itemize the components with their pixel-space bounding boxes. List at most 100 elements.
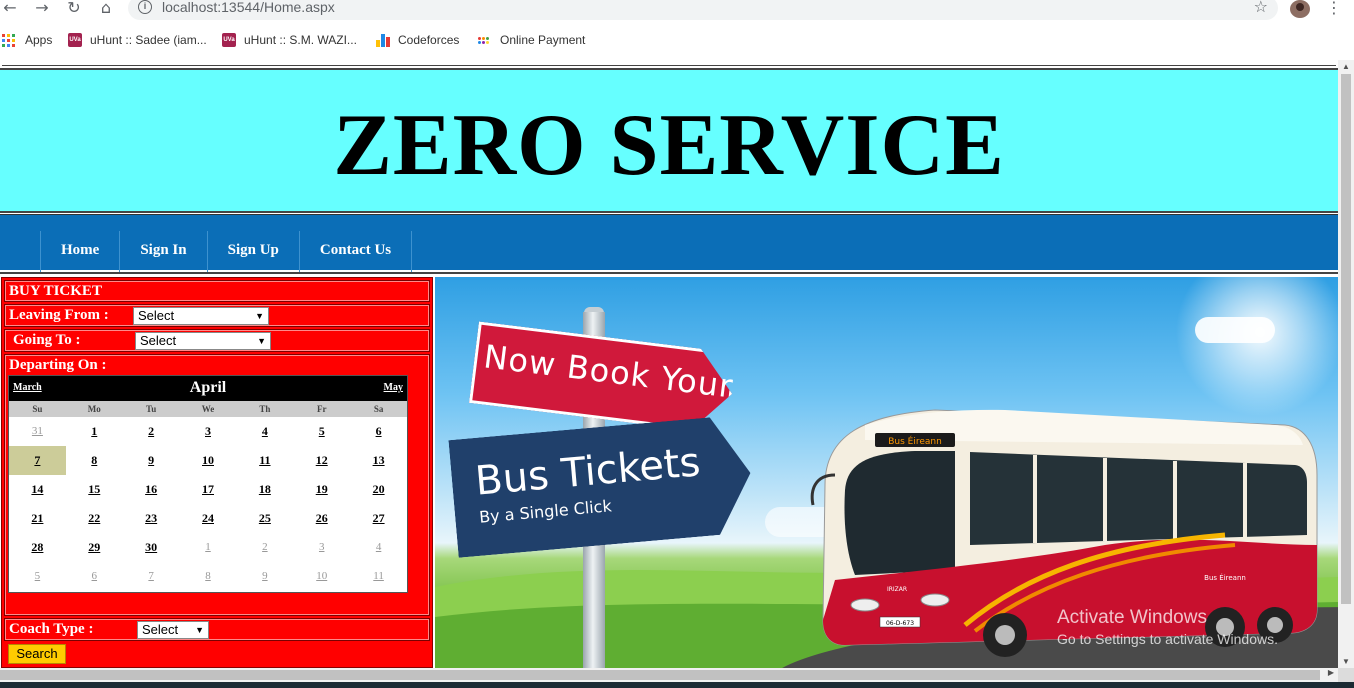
calendar-day[interactable]: 3 — [180, 417, 237, 446]
calendar-day[interactable]: 11 — [236, 446, 293, 475]
weekday-label: Tu — [146, 404, 157, 414]
calendar-day[interactable]: 13 — [350, 446, 407, 475]
calendar-day[interactable]: 14 — [9, 475, 66, 504]
calendar-day[interactable]: 7 — [123, 562, 180, 591]
bookmark-label: Apps — [25, 33, 53, 47]
calendar-day[interactable]: 8 — [66, 446, 123, 475]
home-icon[interactable]: ⌂ — [96, 0, 116, 18]
leaving-from-value: Select — [138, 308, 175, 323]
calendar-day[interactable]: 21 — [9, 504, 66, 533]
menu-home[interactable]: Home — [40, 231, 119, 273]
calendar-week-row: 14 15 16 17 18 19 20 — [9, 475, 407, 504]
going-to-label: Going To : — [13, 332, 81, 348]
url-text[interactable]: localhost:13544/Home.aspx — [162, 0, 335, 15]
calendar-day[interactable]: 22 — [66, 504, 123, 533]
site-header: ZERO SERVICE — [0, 68, 1338, 213]
bookmark-codeforces[interactable]: Codeforces — [376, 32, 459, 48]
chevron-down-icon: ▼ — [257, 336, 266, 346]
bookmark-label: uHunt :: S.M. WAZI... — [244, 33, 357, 47]
horizontal-scroll-thumb[interactable] — [0, 670, 1320, 680]
calendar-week-row: 7 8 9 10 11 12 13 — [9, 446, 407, 475]
main-menu-bar: Home Sign In Sign Up Contact Us — [0, 214, 1338, 273]
calendar-day[interactable]: 9 — [123, 446, 180, 475]
bookmark-star-icon[interactable]: ☆ — [1254, 0, 1268, 16]
buy-ticket-row: BUY TICKET — [4, 280, 430, 302]
coach-type-select[interactable]: Select ▼ — [137, 621, 209, 639]
profile-avatar[interactable] — [1290, 0, 1310, 18]
scroll-up-icon[interactable]: ▲ — [1342, 62, 1350, 71]
calendar-day[interactable]: 8 — [180, 562, 237, 591]
menu-sign-in[interactable]: Sign In — [119, 231, 206, 273]
calendar-day[interactable]: 26 — [293, 504, 350, 533]
calendar-day[interactable]: 5 — [293, 417, 350, 446]
calendar-day[interactable]: 10 — [293, 562, 350, 591]
calendar-day[interactable]: 12 — [293, 446, 350, 475]
calendar-day[interactable]: 4 — [236, 417, 293, 446]
chevron-down-icon: ▼ — [195, 625, 204, 635]
calendar-day[interactable]: 6 — [66, 562, 123, 591]
calendar-day[interactable]: 9 — [236, 562, 293, 591]
calendar-next-month[interactable]: May — [384, 382, 403, 393]
weekday-label: Mo — [87, 404, 101, 414]
address-bar[interactable]: i localhost:13544/Home.aspx ☆ — [128, 0, 1278, 20]
calendar-day[interactable]: 2 — [236, 533, 293, 562]
coach-type-value: Select — [142, 622, 179, 637]
watermark-subtitle: Go to Settings to activate Windows. — [1057, 631, 1278, 647]
scroll-down-icon[interactable]: ▼ — [1342, 657, 1350, 666]
calendar-week-row: 31 1 2 3 4 5 6 — [9, 417, 407, 446]
calendar-day[interactable]: 25 — [236, 504, 293, 533]
menu-kebab-icon[interactable]: ⋮ — [1326, 0, 1342, 16]
calendar-day[interactable]: 24 — [180, 504, 237, 533]
bookmark-label: uHunt :: Sadee (iam... — [90, 33, 207, 47]
reload-icon[interactable]: ↻ — [64, 0, 84, 18]
weekday-label: Su — [32, 404, 43, 414]
leaving-from-select[interactable]: Select ▼ — [133, 307, 269, 325]
back-icon[interactable]: ← — [0, 0, 20, 18]
leaving-from-label: Leaving From : — [9, 307, 109, 323]
calendar-day[interactable]: 1 — [66, 417, 123, 446]
calendar-day-selected[interactable]: 7 — [9, 446, 66, 475]
calendar-day[interactable]: 4 — [350, 533, 407, 562]
calendar-day[interactable]: 19 — [293, 475, 350, 504]
bus-model-text: IRIZAR — [887, 586, 907, 593]
payment-icon — [478, 33, 492, 47]
calendar-day[interactable]: 1 — [180, 533, 237, 562]
calendar-day[interactable]: 23 — [123, 504, 180, 533]
page-viewport: ZERO SERVICE Home Sign In Sign Up Contac… — [0, 60, 1338, 668]
search-button[interactable]: Search — [8, 644, 66, 664]
going-to-value: Select — [140, 333, 177, 348]
calendar-day[interactable]: 2 — [123, 417, 180, 446]
os-taskbar — [0, 682, 1354, 688]
going-to-select[interactable]: Select ▼ — [135, 332, 271, 350]
calendar-day[interactable]: 5 — [9, 562, 66, 591]
info-icon[interactable]: i — [138, 0, 152, 14]
bookmark-uhunt-sadee[interactable]: UVa uHunt :: Sadee (iam... — [68, 32, 207, 48]
calendar-day[interactable]: 15 — [66, 475, 123, 504]
menu-sign-up[interactable]: Sign Up — [206, 231, 299, 273]
weekday-label: Fr — [316, 404, 327, 414]
calendar-day[interactable]: 10 — [180, 446, 237, 475]
bookmark-apps[interactable]: Apps — [2, 32, 52, 48]
scroll-right-icon[interactable]: ▶ — [1328, 668, 1334, 677]
vertical-scroll-thumb[interactable] — [1341, 74, 1351, 604]
calendar-day[interactable]: 28 — [9, 533, 66, 562]
calendar-day[interactable]: 29 — [66, 533, 123, 562]
calendar-day[interactable]: 30 — [123, 533, 180, 562]
bookmark-online-payment[interactable]: Online Payment — [478, 32, 585, 48]
horizontal-scrollbar[interactable]: ▶ — [0, 668, 1338, 682]
calendar-day[interactable]: 18 — [236, 475, 293, 504]
calendar-day[interactable]: 16 — [123, 475, 180, 504]
calendar-day[interactable]: 27 — [350, 504, 407, 533]
apps-grid-icon — [2, 33, 15, 47]
menu-contact-us[interactable]: Contact Us — [298, 231, 413, 273]
calendar-day[interactable]: 3 — [293, 533, 350, 562]
bookmark-uhunt-wazi[interactable]: UVa uHunt :: S.M. WAZI... — [222, 32, 357, 48]
calendar-day[interactable]: 6 — [350, 417, 407, 446]
calendar-day[interactable]: 17 — [180, 475, 237, 504]
forward-icon[interactable]: → — [32, 0, 52, 18]
calendar-day[interactable]: 31 — [9, 417, 66, 446]
calendar-day[interactable]: 20 — [350, 475, 407, 504]
calendar-day[interactable]: 11 — [350, 562, 407, 591]
vertical-scrollbar[interactable]: ▲ ▼ — [1338, 60, 1354, 668]
coach-type-label: Coach Type : — [9, 621, 94, 637]
